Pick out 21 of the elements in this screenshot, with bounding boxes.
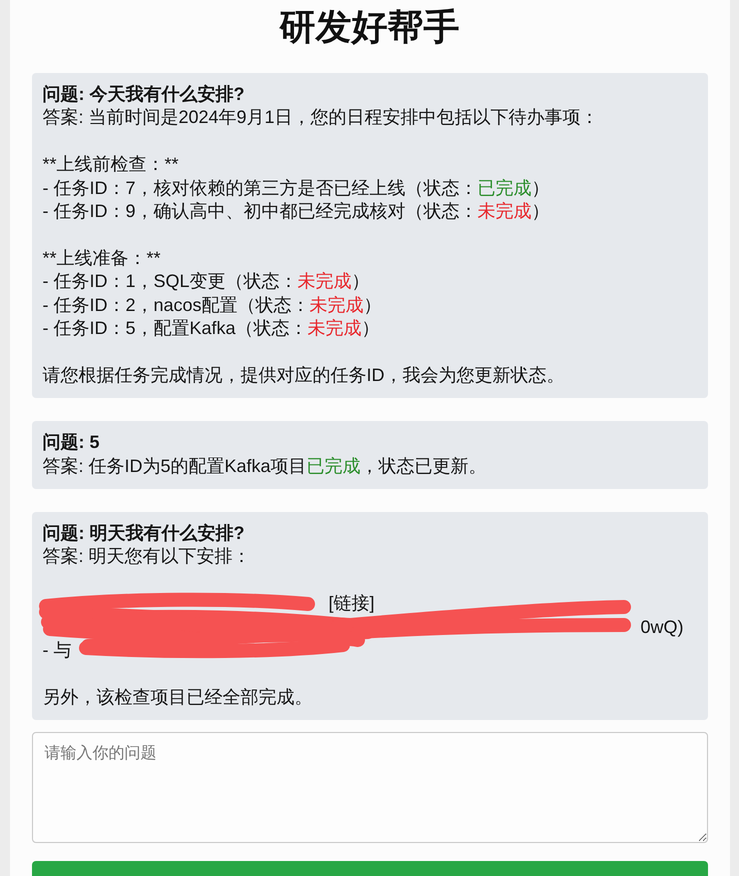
submit-button[interactable] <box>32 861 708 876</box>
question-input[interactable]: 请输入你的问题 <box>32 732 708 844</box>
answer-line: - 任务ID：9，确认高中、初中都已经完成核对（状态：未完成） <box>42 200 551 224</box>
answer-fragment: 0wQ) <box>640 616 684 639</box>
answer-line: **上线前检查：** <box>42 153 180 176</box>
answer-line: 答案: 当前时间是2024年9月1日，您的日程安排中包括以下待办事项： <box>42 106 600 130</box>
answer-line: - 任务ID：2，nacos配置（状态：未完成） <box>42 294 383 317</box>
answer-line: 答案: 明天您有以下安排： <box>42 545 252 568</box>
answer-fragment: - 与 <box>42 639 72 662</box>
answer-fragment: [链接] <box>328 592 375 616</box>
question-text: 问题: 今天我有什么安排? <box>42 83 246 106</box>
answer-line: **上线准备：** <box>42 246 162 270</box>
app-title: 研发好帮手 <box>278 5 460 48</box>
question-text: 问题: 5 <box>42 431 101 454</box>
answer-line: 请您根据任务完成情况，提供对应的任务ID，我会为您更新状态。 <box>42 364 566 387</box>
answer-line: - 任务ID：1，SQL变更（状态：未完成） <box>42 270 371 294</box>
answer-line: - 任务ID：5，配置Kafka（状态：未完成） <box>42 317 381 340</box>
answer-line: - 任务ID：7，核对依赖的第三方是否已经上线（状态：已完成） <box>42 176 551 200</box>
answer-line: 另外，该检查项目已经全部完成。 <box>42 686 314 709</box>
answer-line: 答案: 任务ID为5的配置Kafka项目 已完成，状态已更新。 <box>42 454 488 478</box>
question-text: 问题: 明天我有什么安排? <box>42 522 246 546</box>
